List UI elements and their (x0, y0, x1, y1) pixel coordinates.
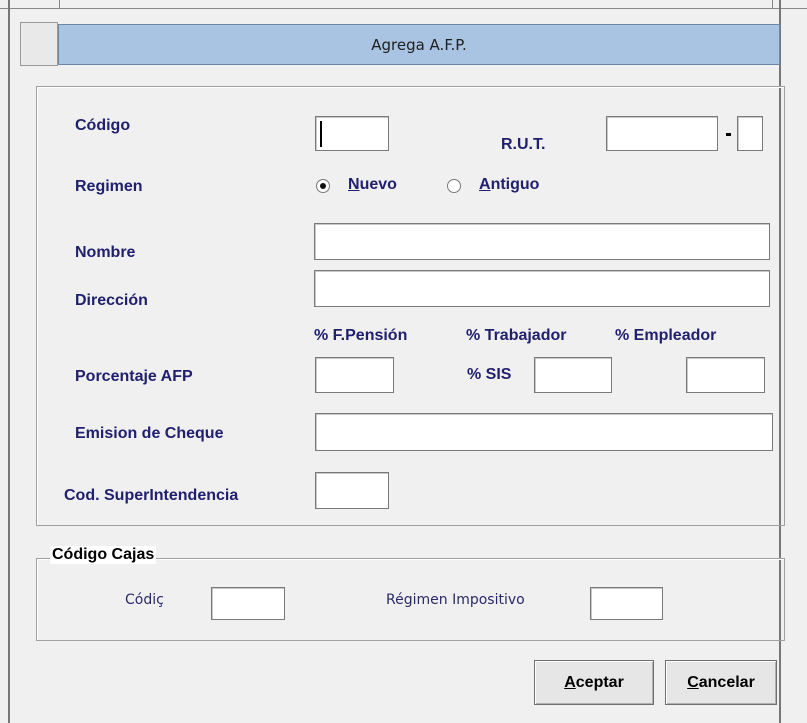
window-divider (59, 0, 60, 9)
pct-empleador-input[interactable] (686, 357, 765, 393)
emision-cheque-input[interactable] (315, 413, 773, 451)
cod-superintendencia-label: Cod. SuperIntendencia (64, 487, 239, 504)
porcentaje-afp-label: Porcentaje AFP (75, 368, 193, 385)
regimen-impositivo-label: Régimen Impositivo (386, 592, 525, 608)
codigo-input[interactable] (315, 116, 389, 151)
pct-empleador-header: % Empleador (615, 327, 717, 344)
regimen-label: Regimen (75, 178, 143, 195)
direccion-input[interactable] (314, 270, 770, 307)
cancelar-button-label: Cancelar (687, 673, 755, 691)
pct-fpension-header: % F.Pensión (314, 327, 408, 344)
rut-label: R.U.T. (501, 136, 546, 153)
direccion-label: Dirección (75, 292, 148, 309)
radio-selected-icon (316, 179, 330, 193)
cancelar-button[interactable]: Cancelar (665, 660, 777, 705)
regimen-antiguo-label: Antiguo (479, 176, 540, 193)
window-left-border (8, 0, 10, 723)
codigo-cajas-caption: Código Cajas (50, 546, 157, 564)
pct-sis-input[interactable] (534, 357, 612, 393)
cajas-codigo-input[interactable] (211, 587, 285, 620)
regimen-nuevo-radio[interactable]: Nuevo (316, 176, 426, 196)
codigo-label: Código (75, 117, 131, 134)
regimen-nuevo-label: Nuevo (348, 176, 397, 193)
rut-input[interactable] (606, 116, 718, 151)
dialog-title: Agrega A.F.P. (371, 35, 467, 54)
regimen-impositivo-input[interactable] (590, 587, 663, 620)
dialog-title-bar: Agrega A.F.P. (58, 24, 780, 65)
aceptar-button-label: Aceptar (564, 673, 624, 691)
cajas-codigo-label: Códiç (125, 592, 164, 608)
text-cursor (320, 121, 322, 147)
regimen-antiguo-radio[interactable]: Antiguo (447, 176, 567, 196)
rut-separator (726, 133, 731, 136)
control-box[interactable] (20, 22, 58, 66)
cod-superintendencia-input[interactable] (315, 472, 389, 509)
window-divider (772, 0, 773, 9)
aceptar-button[interactable]: Aceptar (534, 660, 654, 705)
nombre-label: Nombre (75, 244, 136, 261)
window-top-border (0, 0, 807, 9)
rut-dv-input[interactable] (737, 116, 763, 151)
radio-unselected-icon (447, 179, 461, 193)
nombre-input[interactable] (314, 223, 770, 260)
emision-cheque-label: Emision de Cheque (75, 425, 224, 442)
pct-fpension-input[interactable] (315, 357, 394, 393)
pct-sis-label: % SIS (467, 366, 512, 383)
pct-trabajador-header: % Trabajador (466, 327, 567, 344)
